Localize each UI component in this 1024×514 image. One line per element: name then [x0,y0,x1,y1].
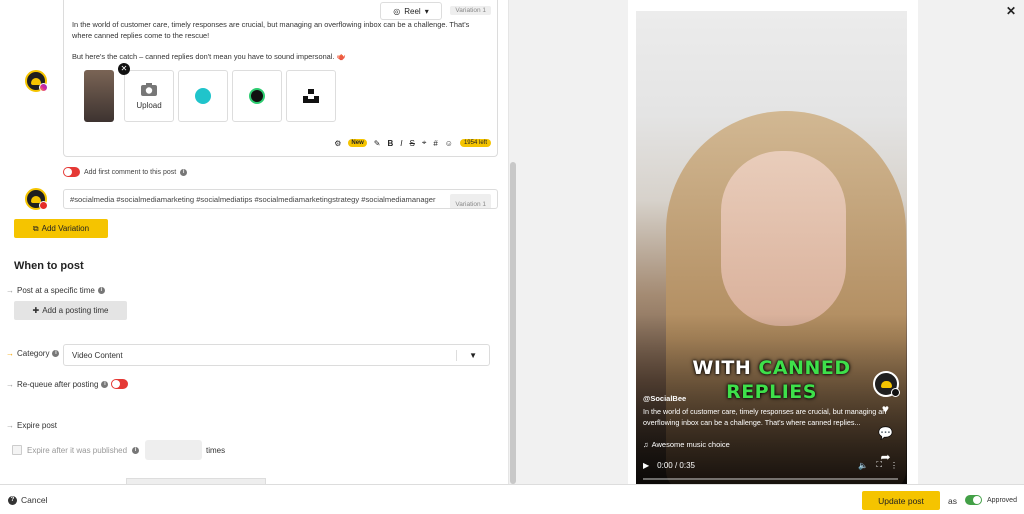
first-comment-toggle[interactable] [63,167,80,177]
specific-time-label: → Post at a specific time i [6,286,105,295]
person-face [721,151,846,326]
preview-profile-avatar[interactable] [873,371,900,397]
info-icon[interactable]: i [101,380,109,388]
canva-icon [195,88,211,104]
first-comment-row: Add first comment to this post i [63,167,188,177]
video-thumbnail[interactable] [84,70,114,122]
as-label: as [948,496,957,506]
camera-icon [141,83,157,96]
info-icon[interactable]: i [52,350,60,357]
expire-post-label: → Expire post [6,421,58,430]
footer-bar: ? Cancel Update post as Approved [0,484,1024,514]
media-library-button[interactable] [232,70,282,122]
strikethrough-button[interactable]: S [409,139,414,148]
requeue-toggle[interactable] [111,379,129,389]
editor-toolbar: ⚙ New ✎ B I S ⌖ # ☺ 1954 left [334,138,491,148]
requeue-row: → Re-queue after posting i [6,379,129,389]
video-progress-bar[interactable] [643,478,898,480]
upload-button[interactable]: Upload [124,70,174,122]
preview-side-actions: ♥ 💬 ➦ [878,402,893,464]
preview-handle: @SocialBee [643,394,687,403]
update-post-button[interactable]: Update post [862,491,940,510]
left-scrollbar[interactable] [508,0,516,484]
post-editor-box[interactable]: ◎ Reel ▾ Variation 1 In the world of cus… [63,0,498,157]
unsplash-button[interactable] [286,70,336,122]
expire-after-row: Expire after it was published i [12,445,140,455]
youtube-icon [39,201,48,210]
emoji-icon[interactable]: ☺ [445,139,453,148]
arrow-right-icon: → [6,379,14,389]
add-variation-button[interactable]: ⧉ Add Variation [14,219,108,238]
arrow-right-icon: → [6,286,14,295]
video-controls: ▶ 0:00 / 0:35 🔈 ⛶ ⋮ [643,460,898,470]
approved-toggle[interactable] [965,495,982,505]
info-icon[interactable]: i [132,446,140,454]
italic-button[interactable]: I [400,139,402,148]
arrow-right-icon: → [6,349,14,358]
preview-music: ♫ Awesome music choice [643,440,730,449]
tiktok-icon [891,388,900,397]
music-note-icon: ♫ [643,440,649,449]
video-time: 0:00 / 0:35 [657,460,695,470]
media-library-icon [249,88,265,104]
plus-icon: ✚ [32,306,40,315]
info-icon[interactable]: i [97,287,105,294]
cancel-button[interactable]: ? Cancel [8,495,47,505]
expire-after-checkbox[interactable] [12,445,22,455]
fullscreen-icon[interactable]: ⛶ [876,460,882,470]
variation-tag: Variation 1 [450,194,491,208]
ai-assistant-icon[interactable]: ⚙ [334,139,341,148]
hashtag-button[interactable]: # [433,139,437,148]
copy-icon: ⧉ [32,223,39,233]
category-select[interactable]: Video Content ▼ [63,344,490,366]
remove-media-icon[interactable]: ✕ [118,63,130,75]
heart-icon[interactable]: ♥ [882,402,889,416]
caret-down-icon: ▼ [469,351,477,360]
close-icon[interactable]: ✕ [1006,4,1016,18]
post-editor-pane: ◎ Reel ▾ Variation 1 In the world of cus… [0,0,516,484]
play-icon[interactable]: ▶ [643,461,649,470]
when-to-post-title: When to post [14,260,84,272]
volume-icon[interactable]: 🔈 [858,461,868,470]
new-badge: New [348,139,367,147]
arrow-right-icon: → [6,421,14,430]
canva-button[interactable] [178,70,228,122]
chevron-down-icon: ▾ [424,6,429,16]
magic-wand-icon[interactable]: ✎ [374,139,381,148]
youtube-account-avatar[interactable] [25,188,48,210]
comment-icon[interactable]: 💬 [878,426,893,440]
location-icon[interactable]: ⌖ [422,138,427,148]
bee-logo-icon [880,380,892,388]
times-label: times [206,446,226,455]
add-posting-time-button[interactable]: ✚ Add a posting time [14,301,127,320]
instagram-icon: ◎ [393,6,401,16]
preview-description: In the world of customer care, timely re… [643,407,887,427]
bold-button[interactable]: B [387,139,393,148]
instagram-account-avatar[interactable] [25,70,48,92]
expire-times-input[interactable] [145,440,202,460]
format-select[interactable]: ◎ Reel ▾ [380,2,442,20]
info-icon[interactable]: i [180,168,188,176]
variation-tag: Variation 1 [450,6,491,15]
select-divider [456,350,457,361]
media-row: ✕ Upload [84,63,336,122]
video-caption-line1: WITH CANNED [692,357,851,379]
char-count-badge: 1954 left [459,139,491,147]
instagram-icon [39,83,48,92]
post-text[interactable]: In the world of customer care, timely re… [72,20,482,73]
category-label: → Category i [6,349,60,358]
more-icon[interactable]: ⋮ [890,461,898,470]
approved-row: Approved [965,495,1017,505]
help-icon: ? [8,495,17,505]
hashtag-input[interactable]: #socialmedia #socialmediamarketing #soci… [63,189,498,209]
unsplash-icon [303,89,319,103]
